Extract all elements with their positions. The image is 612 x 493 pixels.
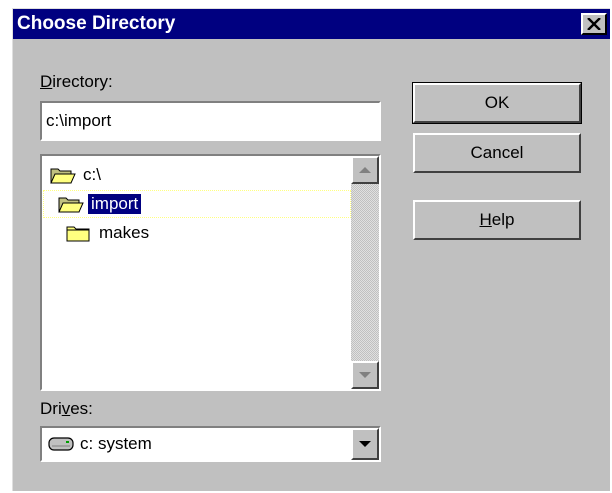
drives-dropdown[interactable]: c: system [40, 426, 381, 462]
folder-list[interactable]: c:\ import makes [40, 154, 381, 391]
drives-dropdown-button[interactable] [351, 428, 379, 460]
cancel-button-label: Cancel [470, 143, 524, 162]
hard-drive-icon [48, 437, 74, 451]
drives-selected-value: c: system [80, 434, 152, 453]
open-folder-icon [58, 197, 84, 213]
cancel-button[interactable]: Cancel [413, 133, 581, 173]
folder-icon [66, 226, 90, 242]
arrow-up-icon [359, 167, 371, 173]
close-button[interactable] [581, 13, 607, 35]
folder-item-root[interactable]: c:\ [50, 162, 104, 188]
directory-label: Directory: [40, 72, 113, 91]
title-bar[interactable]: Choose Directory [13, 9, 610, 39]
folder-item-makes[interactable]: makes [66, 220, 152, 246]
drives-label: Drives: [40, 399, 93, 418]
ok-button[interactable]: OK [412, 82, 582, 124]
choose-directory-dialog: Choose Directory Directory: c:\ import c… [12, 8, 610, 491]
directory-input[interactable] [42, 103, 379, 139]
folder-item-label: import [88, 194, 142, 214]
ok-button-label: OK [484, 93, 510, 112]
folder-item-import[interactable]: import [43, 190, 351, 218]
folder-list-scrollbar[interactable] [351, 156, 379, 389]
open-folder-icon [50, 168, 76, 184]
folder-item-label: c:\ [83, 165, 101, 184]
help-button[interactable]: Help [413, 200, 581, 240]
arrow-down-icon [359, 372, 371, 378]
directory-field-frame [40, 101, 381, 141]
chevron-down-icon [359, 441, 371, 447]
help-button-label: Help [479, 210, 515, 229]
folder-item-label: makes [99, 223, 150, 242]
scroll-down-button[interactable] [351, 361, 379, 389]
window-title: Choose Directory [17, 13, 176, 34]
close-icon [587, 18, 601, 30]
scroll-up-button[interactable] [351, 156, 379, 184]
